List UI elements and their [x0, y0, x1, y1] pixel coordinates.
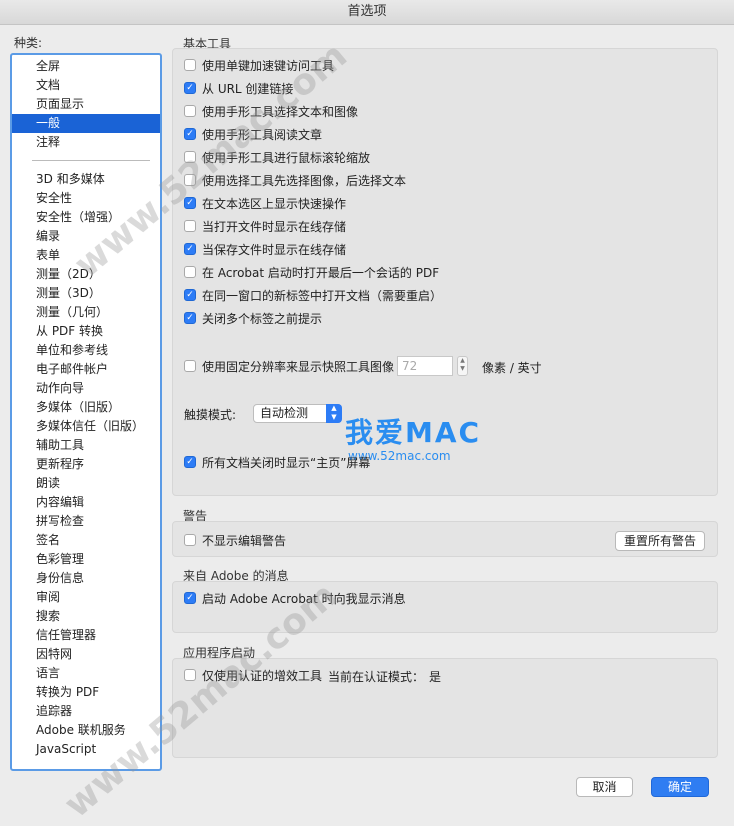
category-item[interactable]: 辅助工具	[12, 436, 160, 455]
category-item[interactable]: 测量（3D）	[12, 284, 160, 303]
checkbox[interactable]	[184, 105, 196, 117]
category-item[interactable]: 拼写检查	[12, 512, 160, 531]
category-item[interactable]: 页面显示	[12, 95, 160, 114]
category-item[interactable]: 因特网	[12, 645, 160, 664]
stepper-up-icon[interactable]: ▲	[460, 357, 465, 364]
category-item[interactable]: 注释	[12, 133, 160, 152]
checkbox[interactable]	[184, 266, 196, 278]
category-item-selected[interactable]: 一般	[12, 114, 160, 133]
option-online-open[interactable]: 当打开文件时显示在线存储	[184, 217, 346, 235]
option-online-save[interactable]: ✓ 当保存文件时显示在线存储	[184, 240, 346, 258]
category-item[interactable]: 追踪器	[12, 702, 160, 721]
option-reopen-last-session[interactable]: 在 Acrobat 启动时打开最后一个会话的 PDF	[184, 263, 439, 281]
checkbox-checked[interactable]: ✓	[184, 82, 196, 94]
checkbox-checked[interactable]: ✓	[184, 592, 196, 604]
category-item[interactable]: 全屏	[12, 57, 160, 76]
checkbox-checked[interactable]: ✓	[184, 128, 196, 140]
select-arrows-icon: ▲ ▼	[326, 404, 342, 423]
touch-mode-label: 触摸模式:	[184, 408, 237, 422]
option-close-tabs-prompt[interactable]: ✓ 关闭多个标签之前提示	[184, 309, 322, 327]
option-no-edit-warning[interactable]: 不显示编辑警告	[184, 531, 286, 549]
category-item[interactable]: 搜索	[12, 607, 160, 626]
checkbox[interactable]	[184, 534, 196, 546]
option-fixed-resolution[interactable]: 使用固定分辨率来显示快照工具图像	[184, 357, 394, 375]
stepper-down-icon[interactable]: ▼	[460, 365, 465, 372]
option-home-screen[interactable]: ✓ 所有文档关闭时显示“主页”屏幕	[184, 453, 370, 471]
category-item[interactable]: 色彩管理	[12, 550, 160, 569]
checkbox[interactable]	[184, 59, 196, 71]
checkbox-checked[interactable]: ✓	[184, 289, 196, 301]
resolution-unit: 像素 / 英寸	[482, 361, 542, 375]
checkbox[interactable]	[184, 360, 196, 372]
touch-mode-select[interactable]: 自动检测 ▲ ▼	[253, 404, 342, 423]
resolution-stepper[interactable]: ▲ ▼	[457, 356, 468, 376]
category-item[interactable]: 从 PDF 转换	[12, 322, 160, 341]
category-item[interactable]: 身份信息	[12, 569, 160, 588]
reset-warnings-button[interactable]: 重置所有警告	[615, 531, 705, 551]
category-item[interactable]: 文档	[12, 76, 160, 95]
category-item[interactable]: 语言	[12, 664, 160, 683]
option-quick-actions[interactable]: ✓ 在文本选区上显示快速操作	[184, 194, 346, 212]
touch-mode-value: 自动检测	[260, 406, 309, 420]
category-item[interactable]: 动作向导	[12, 379, 160, 398]
category-item[interactable]: 测量（几何）	[12, 303, 160, 322]
ok-button[interactable]: 确定	[651, 777, 709, 797]
category-item[interactable]: 单位和参考线	[12, 341, 160, 360]
category-item[interactable]: 签名	[12, 531, 160, 550]
certified-mode-label: 当前在认证模式：	[328, 670, 425, 684]
resolution-input[interactable]: 72	[397, 356, 453, 376]
brand-watermark: 我爱MAC	[345, 416, 482, 449]
category-list[interactable]: 全屏 文档 页面显示 一般 注释 3D 和多媒体 安全性 安全性（增强） 编录 …	[10, 53, 162, 771]
checkbox-checked[interactable]: ✓	[184, 243, 196, 255]
category-item[interactable]: 多媒体信任（旧版）	[12, 417, 160, 436]
category-item[interactable]: 审阅	[12, 588, 160, 607]
certified-mode-value: 是	[429, 670, 442, 684]
category-item[interactable]: 信任管理器	[12, 626, 160, 645]
category-divider	[32, 160, 150, 161]
category-item[interactable]: 3D 和多媒体	[12, 170, 160, 189]
category-item[interactable]: 朗读	[12, 474, 160, 493]
category-item[interactable]: 更新程序	[12, 455, 160, 474]
category-item[interactable]: 内容编辑	[12, 493, 160, 512]
window-title: 首选项	[0, 0, 734, 25]
category-item[interactable]: 电子邮件帐户	[12, 360, 160, 379]
checkbox-checked[interactable]: ✓	[184, 312, 196, 324]
option-new-tab[interactable]: ✓ 在同一窗口的新标签中打开文档（需要重启）	[184, 286, 442, 304]
category-item[interactable]: 转换为 PDF	[12, 683, 160, 702]
cancel-button[interactable]: 取消	[576, 777, 633, 797]
category-label: 种类:	[14, 36, 43, 50]
category-item[interactable]: 多媒体（旧版）	[12, 398, 160, 417]
checkbox[interactable]	[184, 220, 196, 232]
checkbox-checked[interactable]: ✓	[184, 456, 196, 468]
